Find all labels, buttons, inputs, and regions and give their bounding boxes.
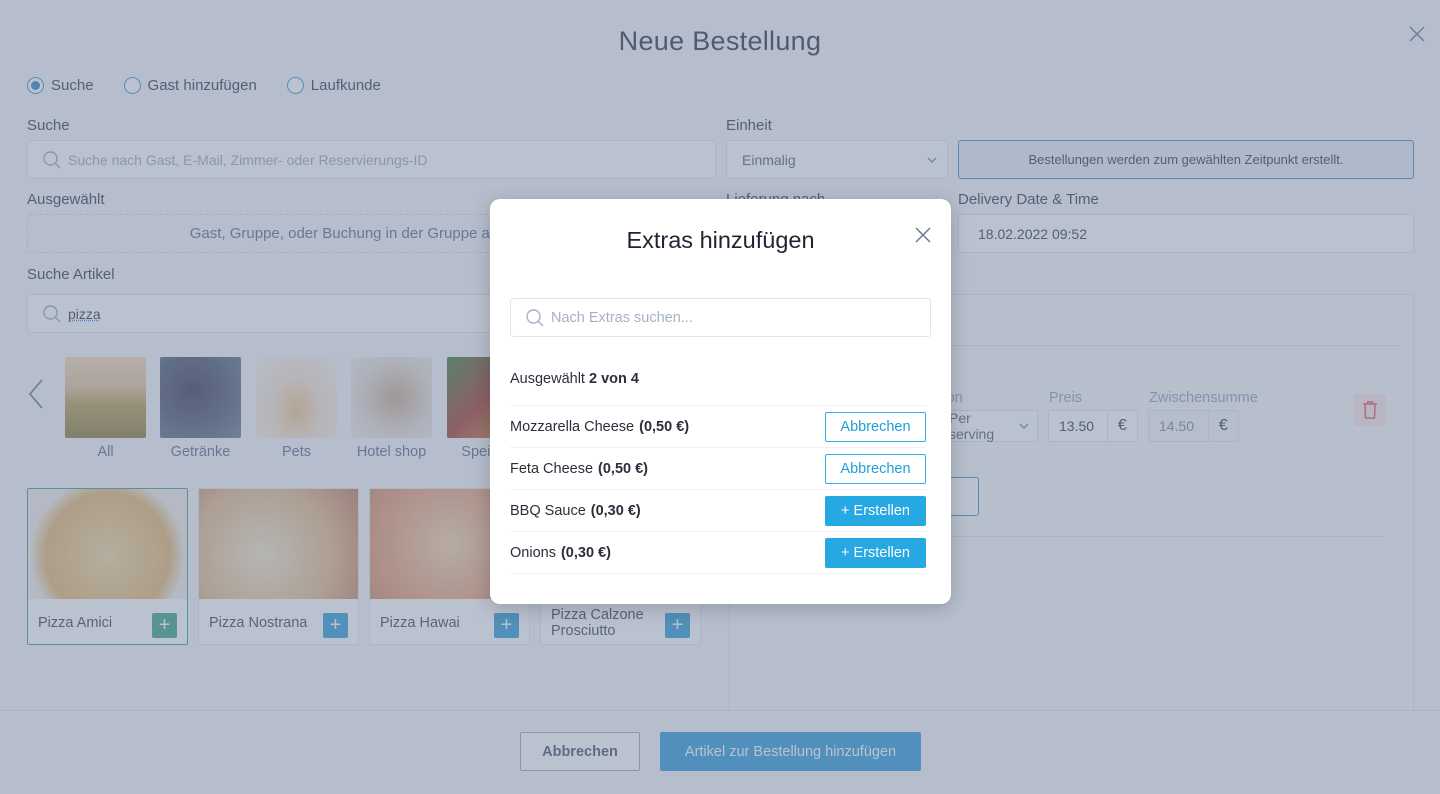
currency-symbol: € bbox=[1117, 417, 1127, 434]
unit-value: Einmalig bbox=[742, 151, 796, 168]
remove-extra-button[interactable]: Abbrechen bbox=[825, 411, 926, 442]
option-select[interactable]: Per serving bbox=[938, 410, 1038, 442]
extra-price: (0,50 €) bbox=[598, 460, 649, 477]
extras-search-placeholder: Nach Extras suchen... bbox=[551, 309, 693, 326]
add-product-button[interactable]: + bbox=[665, 613, 690, 638]
radio-label: Suche bbox=[51, 77, 94, 94]
chevron-down-icon bbox=[927, 157, 937, 163]
extra-name: BBQ Sauce bbox=[510, 502, 586, 519]
category-getraenke[interactable]: Getränke bbox=[160, 357, 241, 460]
category-pets[interactable]: Pets bbox=[256, 357, 337, 460]
price-label: Preis bbox=[1049, 390, 1083, 406]
guest-search-label: Suche bbox=[27, 117, 70, 134]
guest-search-input[interactable]: Suche nach Gast, E-Mail, Zimmer- oder Re… bbox=[27, 140, 716, 179]
delivery-datetime-value: 18.02.2022 09:52 bbox=[978, 225, 1087, 242]
submit-label: Artikel zur Bestellung hinzufügen bbox=[684, 743, 897, 760]
product-name: Pizza Nostrana bbox=[209, 615, 308, 631]
modal-title: Extras hinzufügen bbox=[626, 227, 815, 253]
currency-symbol: € bbox=[1218, 417, 1228, 434]
add-product-button[interactable]: + bbox=[323, 613, 348, 638]
category-hotel-shop[interactable]: Hotel shop bbox=[351, 357, 432, 460]
radio-label: Gast hinzufügen bbox=[147, 77, 257, 94]
subtotal-input: 14.50 € bbox=[1148, 410, 1239, 442]
article-search-label: Suche Artikel bbox=[27, 266, 115, 283]
radio-gast-hinzufuegen[interactable]: Gast hinzufügen bbox=[123, 77, 257, 94]
price-input[interactable]: 13.50 € bbox=[1048, 410, 1138, 442]
extra-row: Feta Cheese (0,50 €) Abbrechen bbox=[510, 448, 926, 490]
selected-count-value: 2 von 4 bbox=[589, 371, 639, 387]
extra-price: (0,30 €) bbox=[590, 502, 641, 519]
category-image bbox=[65, 357, 146, 438]
add-extra-button[interactable]: + Erstellen bbox=[825, 495, 926, 526]
product-name: Pizza Hawai bbox=[380, 615, 460, 631]
extras-search-input[interactable]: Nach Extras suchen... bbox=[510, 298, 931, 337]
category-image bbox=[351, 357, 432, 438]
extras-modal: Extras hinzufügen Nach Extras suchen... … bbox=[490, 199, 951, 604]
price-value: 13.50 bbox=[1049, 411, 1108, 441]
extra-name: Mozzarella Cheese bbox=[510, 418, 635, 435]
page-title: Neue Bestellung bbox=[618, 26, 822, 56]
category-image bbox=[256, 357, 337, 438]
radio-unselected-icon bbox=[123, 77, 141, 94]
footer-bar: Abbrechen Artikel zur Bestellung hinzufü… bbox=[0, 710, 1440, 794]
category-label: Hotel shop bbox=[356, 444, 427, 460]
subtotal-label: Zwischensumme bbox=[1149, 390, 1258, 406]
product-name: Pizza Calzone Prosciutto bbox=[551, 607, 644, 639]
extras-list: Mozzarella Cheese (0,50 €) Abbrechen Feta… bbox=[510, 405, 926, 574]
close-icon[interactable] bbox=[1407, 24, 1427, 44]
unit-label: Einheit bbox=[726, 117, 772, 134]
delivery-datetime-input[interactable]: 18.02.2022 09:52 bbox=[958, 214, 1414, 253]
selected-count-prefix: Ausgewählt bbox=[510, 371, 585, 387]
search-icon bbox=[526, 308, 544, 326]
trash-icon bbox=[1363, 401, 1377, 419]
chevron-left-icon[interactable] bbox=[28, 379, 44, 409]
extra-row: Mozzarella Cheese (0,50 €) Abbrechen bbox=[510, 406, 926, 448]
product-name: Pizza Amici bbox=[38, 615, 113, 631]
product-image bbox=[28, 489, 187, 599]
order-mode-radio-group: Suche Gast hinzufügen Laufkunde bbox=[27, 77, 411, 94]
add-product-button[interactable]: + bbox=[494, 613, 519, 638]
add-extra-button[interactable]: + Erstellen bbox=[825, 537, 926, 568]
unit-select[interactable]: Einmalig bbox=[726, 140, 948, 179]
remove-extra-button[interactable]: Abbrechen bbox=[825, 453, 926, 484]
product-image bbox=[199, 489, 358, 599]
extra-name: Onions bbox=[510, 544, 556, 561]
category-label: All bbox=[97, 444, 114, 460]
cancel-button[interactable]: Abbrechen bbox=[520, 732, 640, 771]
extra-price: (0,30 €) bbox=[560, 544, 611, 561]
extra-price: (0,50 €) bbox=[639, 418, 690, 435]
radio-laufkunde[interactable]: Laufkunde bbox=[286, 77, 381, 94]
unit-info-banner: Bestellungen werden zum gewählten Zeitpu… bbox=[958, 140, 1414, 179]
chevron-down-icon bbox=[1019, 423, 1029, 429]
selected-count: Ausgewählt 2 von 4 bbox=[510, 371, 639, 387]
category-label: Pets bbox=[281, 444, 311, 460]
category-label: Getränke bbox=[170, 444, 231, 460]
subtotal-value: 14.50 bbox=[1149, 411, 1209, 441]
extra-name: Feta Cheese bbox=[510, 460, 594, 477]
product-card[interactable]: Pizza Nostrana + bbox=[198, 488, 359, 645]
product-card[interactable]: Pizza Amici + bbox=[27, 488, 188, 645]
radio-selected-icon bbox=[27, 77, 44, 94]
guest-search-placeholder: Suche nach Gast, E-Mail, Zimmer- oder Re… bbox=[68, 151, 428, 168]
selected-label: Ausgewählt bbox=[27, 191, 105, 208]
extra-row: Onions (0,30 €) + Erstellen bbox=[510, 532, 926, 574]
radio-suche[interactable]: Suche bbox=[27, 77, 94, 94]
extra-row: BBQ Sauce (0,30 €) + Erstellen bbox=[510, 490, 926, 532]
radio-unselected-icon bbox=[286, 77, 304, 94]
cancel-label: Abbrechen bbox=[542, 743, 618, 760]
add-to-order-button[interactable]: Artikel zur Bestellung hinzufügen bbox=[660, 732, 921, 771]
radio-label: Laufkunde bbox=[310, 77, 381, 94]
search-icon bbox=[43, 304, 61, 322]
delete-item-button[interactable] bbox=[1354, 394, 1386, 426]
add-product-button[interactable]: + bbox=[152, 613, 177, 638]
search-icon bbox=[43, 150, 61, 168]
unit-info-text: Bestellungen werden zum gewählten Zeitpu… bbox=[1028, 152, 1344, 167]
delivery-datetime-label: Delivery Date & Time bbox=[958, 191, 1099, 208]
category-all[interactable]: All bbox=[65, 357, 146, 460]
article-search-value: pizza bbox=[68, 305, 101, 322]
option-value: Per serving bbox=[949, 410, 995, 442]
category-image bbox=[160, 357, 241, 438]
close-icon[interactable] bbox=[914, 226, 932, 244]
